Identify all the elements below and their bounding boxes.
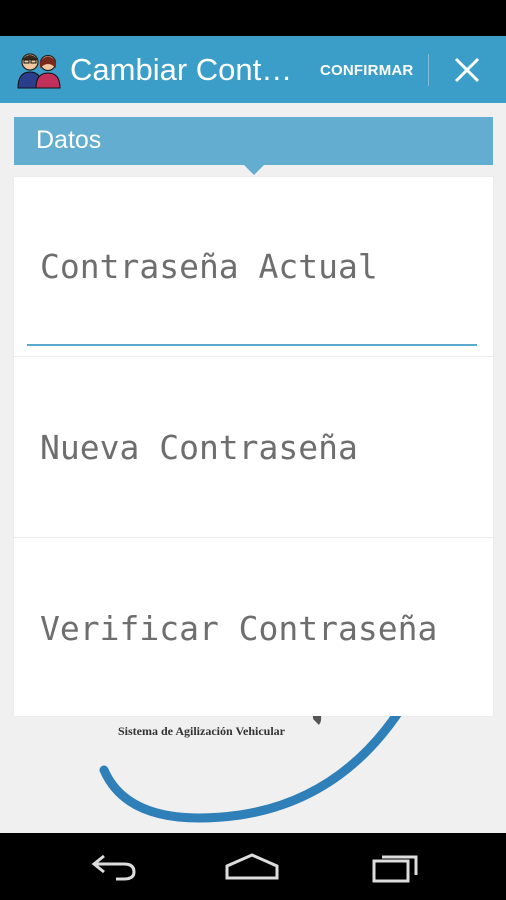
new-password-field[interactable]: Nueva Contraseña xyxy=(14,358,493,538)
tab-label: Datos xyxy=(36,126,102,154)
tab-indicator xyxy=(244,165,264,175)
home-icon xyxy=(225,853,279,880)
back-button[interactable] xyxy=(84,847,144,887)
status-bar xyxy=(0,0,506,36)
new-password-placeholder: Nueva Contraseña xyxy=(40,428,358,467)
logo-caption: Sistema de Agilización Vehicular xyxy=(118,724,286,738)
action-divider xyxy=(428,54,429,86)
field-focus-underline xyxy=(27,344,477,346)
users-icon xyxy=(16,50,62,90)
action-bar: Cambiar Cont… CONFIRMAR xyxy=(0,36,506,103)
close-button[interactable] xyxy=(444,50,490,90)
recents-icon xyxy=(372,855,418,883)
tab-datos[interactable]: Datos xyxy=(14,117,493,165)
close-icon xyxy=(454,57,480,83)
recents-button[interactable] xyxy=(366,847,426,887)
current-password-placeholder: Contraseña Actual xyxy=(40,247,378,286)
page-title: Cambiar Cont… xyxy=(70,52,293,87)
verify-password-placeholder: Verificar Contraseña xyxy=(40,609,438,648)
confirm-button[interactable]: CONFIRMAR xyxy=(316,56,417,86)
current-password-field[interactable]: Contraseña Actual xyxy=(14,177,493,357)
home-button[interactable] xyxy=(222,847,282,887)
verify-password-field[interactable]: Verificar Contraseña xyxy=(14,539,493,718)
back-icon xyxy=(91,854,136,881)
navigation-bar xyxy=(0,833,506,900)
form-card: Contraseña Actual Nueva Contraseña Verif… xyxy=(14,177,493,716)
